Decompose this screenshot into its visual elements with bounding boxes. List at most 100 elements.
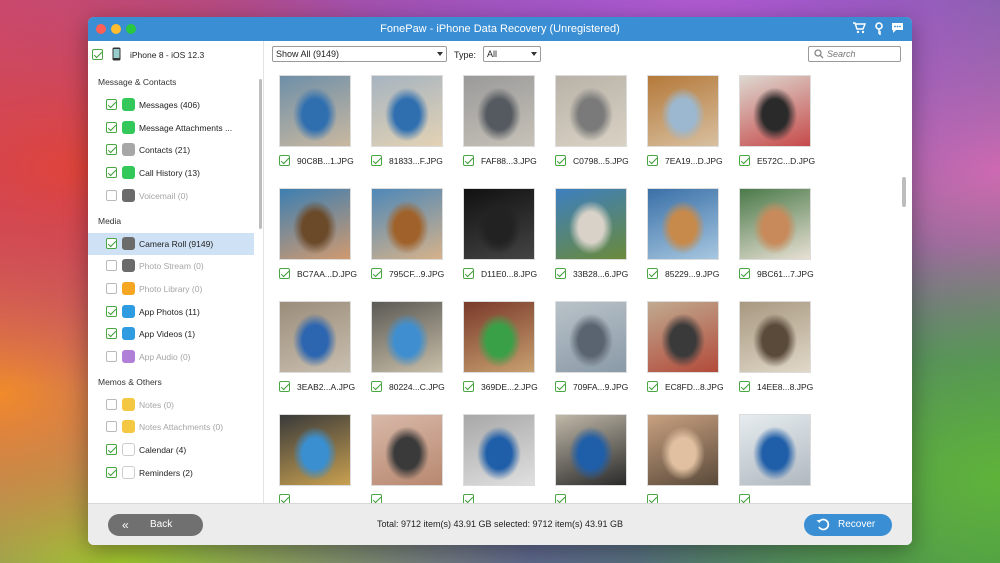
photo-checkbox[interactable]: [555, 494, 566, 503]
photo-checkbox[interactable]: [739, 155, 750, 166]
sidebar-item-message-attachments[interactable]: Message Attachments ...: [88, 117, 254, 139]
photo-checkbox[interactable]: [647, 381, 658, 392]
photo-checkbox[interactable]: [647, 155, 658, 166]
photo-thumbnail[interactable]: [463, 188, 535, 260]
sidebar-item-photo-stream[interactable]: Photo Stream (0): [88, 255, 254, 277]
photo-checkbox[interactable]: [739, 494, 750, 503]
photo-item[interactable]: 81833...F.JPG: [367, 71, 443, 171]
category-checkbox[interactable]: [106, 282, 117, 294]
photo-thumbnail[interactable]: [279, 75, 351, 147]
photo-item[interactable]: 85229...9.JPG: [643, 184, 719, 284]
photo-item[interactable]: 369DE...2.JPG: [459, 297, 538, 397]
photo-checkbox[interactable]: [463, 381, 474, 392]
photo-checkbox[interactable]: [739, 268, 750, 279]
category-checkbox[interactable]: [106, 421, 117, 433]
photo-item[interactable]: [459, 410, 535, 503]
photo-item[interactable]: EC8FD...8.JPG: [643, 297, 724, 397]
grid-scrollbar[interactable]: [902, 177, 906, 207]
photo-thumbnail[interactable]: [463, 414, 535, 486]
category-checkbox[interactable]: [106, 305, 117, 317]
category-checkbox[interactable]: [106, 398, 117, 410]
photo-thumbnail[interactable]: [279, 301, 351, 373]
sidebar-item-messages[interactable]: Messages (406): [88, 94, 254, 116]
photo-item[interactable]: 795CF...9.JPG: [367, 184, 444, 284]
photo-item[interactable]: E572C...D.JPG: [735, 71, 815, 171]
photo-thumbnail[interactable]: [371, 75, 443, 147]
sidebar-item-calendar[interactable]: Calendar (4): [88, 439, 254, 461]
device-row[interactable]: iPhone 8 - iOS 12.3: [92, 47, 252, 63]
photo-thumbnail[interactable]: [739, 75, 811, 147]
photo-item[interactable]: BC7AA...D.JPG: [275, 184, 357, 284]
photo-thumbnail[interactable]: [647, 75, 719, 147]
photo-checkbox[interactable]: [371, 155, 382, 166]
photo-checkbox[interactable]: [555, 155, 566, 166]
search-input[interactable]: [827, 48, 897, 60]
sidebar-item-app-audio[interactable]: App Audio (0): [88, 346, 254, 368]
photo-thumbnail[interactable]: [739, 188, 811, 260]
type-select[interactable]: All: [483, 46, 541, 62]
photo-item[interactable]: 7EA19...D.JPG: [643, 71, 723, 171]
category-checkbox[interactable]: [106, 351, 117, 362]
photo-item[interactable]: [643, 410, 719, 503]
photo-thumbnail[interactable]: [463, 301, 535, 373]
category-checkbox[interactable]: [106, 167, 117, 179]
search-box[interactable]: [808, 46, 901, 62]
photo-thumbnail[interactable]: [371, 301, 443, 373]
photo-thumbnail[interactable]: [555, 414, 627, 486]
photo-item[interactable]: 14EE8...8.JPG: [735, 297, 813, 397]
photo-checkbox[interactable]: [279, 494, 290, 503]
photo-thumbnail[interactable]: [739, 301, 811, 373]
chat-icon[interactable]: [890, 22, 904, 36]
recover-button[interactable]: Recover: [804, 514, 892, 536]
photo-item[interactable]: C0798...5.JPG: [551, 71, 629, 171]
photo-thumbnail[interactable]: [279, 414, 351, 486]
key-icon[interactable]: [872, 22, 886, 36]
photo-checkbox[interactable]: [647, 268, 658, 279]
photo-thumbnail[interactable]: [555, 188, 627, 260]
photo-checkbox[interactable]: [279, 268, 290, 279]
category-checkbox[interactable]: [106, 99, 117, 110]
photo-item[interactable]: [551, 410, 627, 503]
sidebar-item-app-photos[interactable]: App Photos (11): [88, 301, 254, 323]
photo-item[interactable]: [367, 410, 443, 503]
photo-checkbox[interactable]: [555, 381, 566, 392]
photo-thumbnail[interactable]: [463, 75, 535, 147]
sidebar-item-photo-library[interactable]: Photo Library (0): [88, 278, 254, 300]
photo-checkbox[interactable]: [371, 268, 382, 279]
photo-thumbnail[interactable]: [555, 301, 627, 373]
sidebar-item-app-videos[interactable]: App Videos (1): [88, 323, 254, 345]
photo-item[interactable]: 90C8B...1.JPG: [275, 71, 354, 171]
photo-checkbox[interactable]: [463, 155, 474, 166]
photo-thumbnail[interactable]: [371, 414, 443, 486]
photo-item[interactable]: 709FA...9.JPG: [551, 297, 628, 397]
sidebar-item-notes-attachments[interactable]: Notes Attachments (0): [88, 416, 254, 438]
photo-item[interactable]: 9BC61...7.JPG: [735, 184, 814, 284]
category-checkbox[interactable]: [106, 189, 117, 201]
photo-checkbox[interactable]: [739, 381, 750, 392]
category-checkbox[interactable]: [106, 260, 117, 272]
photo-checkbox[interactable]: [371, 494, 382, 503]
photo-thumbnail[interactable]: [647, 414, 719, 486]
photo-checkbox[interactable]: [279, 381, 290, 392]
sidebar-item-camera[interactable]: Camera Roll (9149): [88, 232, 254, 255]
photo-thumbnail[interactable]: [555, 75, 627, 147]
photo-item[interactable]: [735, 410, 811, 503]
photo-checkbox[interactable]: [555, 268, 566, 279]
device-checkbox[interactable]: [92, 49, 103, 60]
filter-select[interactable]: Show All (9149): [272, 46, 447, 62]
category-checkbox[interactable]: [106, 144, 117, 156]
photo-item[interactable]: FAF88...3.JPG: [459, 71, 537, 171]
category-checkbox[interactable]: [106, 121, 117, 133]
photo-item[interactable]: [275, 410, 351, 503]
photo-item[interactable]: D11E0...8.JPG: [459, 184, 537, 284]
photo-checkbox[interactable]: [279, 155, 290, 166]
category-checkbox[interactable]: [106, 466, 117, 478]
photo-thumbnail[interactable]: [371, 188, 443, 260]
photo-item[interactable]: 3EAB2...A.JPG: [275, 297, 355, 397]
sidebar-item-voicemail[interactable]: Voicemail (0): [88, 185, 254, 207]
photo-item[interactable]: 33B28...6.JPG: [551, 184, 628, 284]
photo-checkbox[interactable]: [647, 494, 658, 503]
sidebar-scrollbar[interactable]: [259, 79, 262, 229]
sidebar-item-notes[interactable]: Notes (0): [88, 394, 254, 416]
sidebar-item-phone[interactable]: Call History (13): [88, 162, 254, 184]
